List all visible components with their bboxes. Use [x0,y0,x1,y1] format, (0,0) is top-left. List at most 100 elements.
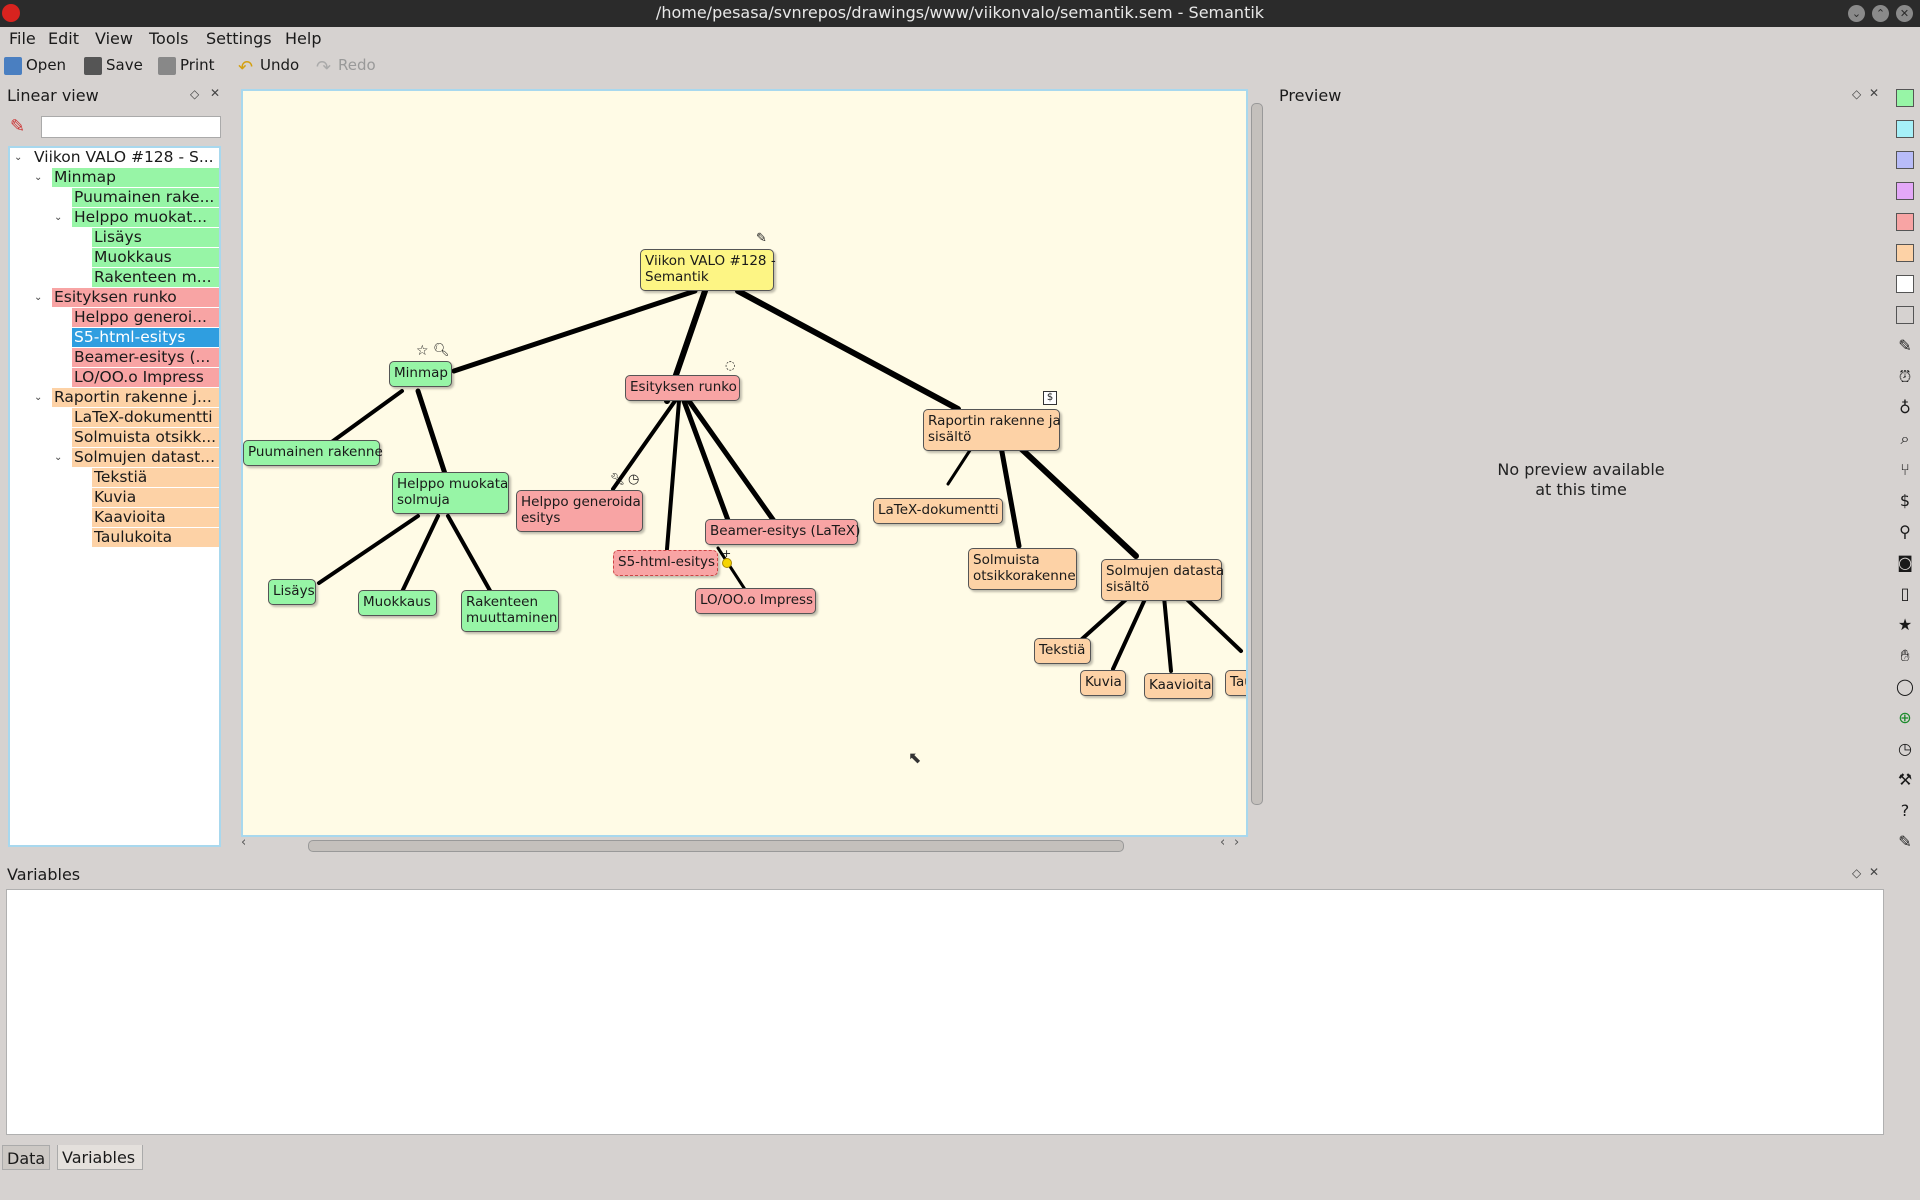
tab-data[interactable]: Data [2,1145,50,1170]
search-icon[interactable]: ⌕ [1894,428,1916,450]
collapse-arrow-icon[interactable]: ⌄ [14,152,22,163]
collapse-arrow-icon[interactable]: ⌄ [54,452,62,463]
undo-button[interactable]: ↶ Undo [238,56,299,78]
scroll-right-icon[interactable]: › [1234,835,1239,850]
color-swatch-blue[interactable] [1896,151,1914,169]
phone-icon[interactable]: ▯ [1894,583,1916,605]
scroll-left-icon[interactable]: ‹ [241,835,246,850]
tree-item[interactable]: Solmuista otsikk... [72,428,219,447]
tree-item[interactable]: Esityksen runko [52,288,219,307]
node-puumainen[interactable]: Puumainen rakenne [243,440,383,466]
dock-float-icon[interactable]: ◇ [1852,866,1861,880]
menu-file[interactable]: File [9,29,36,48]
node-s5-selected[interactable]: S5-html-esitys [613,550,718,576]
tree-item[interactable]: LaTeX-dokumentti [72,408,219,427]
color-swatch-red[interactable] [1896,213,1914,231]
dollar-icon[interactable]: $ [1894,490,1916,512]
color-swatch-white[interactable] [1896,275,1914,293]
node-lisays[interactable]: Lisäys [268,579,316,605]
tree-item[interactable]: Helppo muokat... [72,208,219,227]
color-swatch-gray[interactable] [1896,306,1914,324]
minimize-button[interactable]: ⌄ [1848,5,1865,22]
menu-settings[interactable]: Settings [206,29,272,48]
tree-item[interactable]: Lisäys [92,228,219,247]
horizontal-scrollbar[interactable]: ‹ ‹ › [241,835,1248,853]
tree-item[interactable]: Muokkaus [92,248,219,267]
menu-view[interactable]: View [95,29,133,48]
node-kaavioita[interactable]: Kaavioita [1144,673,1213,699]
node-taulukoita[interactable]: Taulukoita [1225,670,1246,696]
alarm-icon[interactable]: ⏰︎ [1894,366,1916,388]
handle-icon[interactable] [722,558,732,568]
collapse-arrow-icon[interactable]: ⌄ [34,172,42,183]
scroll-left-icon[interactable]: ‹ [1220,835,1225,850]
tree-item-selected[interactable]: S5-html-esitys [72,328,219,347]
save-button[interactable]: Save [84,56,143,78]
redo-button[interactable]: ↷ Redo [316,56,376,78]
tree-item[interactable]: Rakenteen m... [92,268,219,287]
question-icon[interactable]: ? [1894,800,1916,822]
tree-item[interactable]: Puumainen rake... [72,188,219,207]
node-muokkaus[interactable]: Muokkaus [358,590,437,616]
menu-edit[interactable]: Edit [48,29,79,48]
tree-item[interactable]: Taulukoita [92,528,219,547]
menu-tools[interactable]: Tools [149,29,188,48]
node-latex[interactable]: LaTeX-dokumentti [873,498,1003,524]
dock-close-icon[interactable]: ✕ [210,86,220,100]
linear-view-search-input[interactable] [41,116,221,138]
dock-float-icon[interactable]: ◇ [1852,87,1861,101]
hand-icon[interactable]: ✋︎ [1894,645,1916,667]
clock-icon[interactable]: ◷ [1894,738,1916,760]
collapse-arrow-icon[interactable]: ⌄ [54,212,62,223]
print-button[interactable]: Print [158,56,215,78]
menu-help[interactable]: Help [285,29,321,48]
mindmap-canvas[interactable]: Viikon VALO #128 - Semantik ✎ Minmap ☆ 🔍︎… [241,89,1248,837]
tree-item[interactable]: Helppo generoi... [72,308,219,327]
collapse-arrow-icon[interactable]: ⌄ [34,292,42,303]
color-swatch-cyan[interactable] [1896,120,1914,138]
node-tekstia[interactable]: Tekstiä [1034,638,1091,664]
tree-item[interactable]: Beamer-esitys (... [72,348,219,367]
color-swatch-green[interactable] [1896,89,1914,107]
tree-item[interactable]: Solmujen datast... [72,448,219,467]
color-swatch-purple[interactable] [1896,182,1914,200]
dock-close-icon[interactable]: ✕ [1869,865,1879,879]
node-rakenteen[interactable]: Rakenteen muuttaminen [461,590,559,632]
node-esityksen-runko[interactable]: Esityksen runko [625,375,740,401]
node-root[interactable]: Viikon VALO #128 - Semantik [640,249,776,291]
color-swatch-orange[interactable] [1896,244,1914,262]
node-solmujen[interactable]: Solmujen datasta sisältö [1101,559,1224,601]
collapse-arrow-icon[interactable]: ⌄ [34,392,42,403]
crosshair-icon[interactable]: ⊕ [1894,707,1916,729]
tree-item[interactable]: LO/OO.o Impress [72,368,219,387]
tree-item[interactable]: Raportin rakenne j... [52,388,219,407]
node-helppo-generoida[interactable]: Helppo generoida esitys [516,490,643,532]
variables-editor[interactable] [6,889,1884,1135]
tree-item[interactable]: Tekstiä [92,468,219,487]
dock-float-icon[interactable]: ◇ [190,87,199,101]
tree-item[interactable]: Kaavioita [92,508,219,527]
clear-search-icon[interactable]: ✎ [10,116,32,138]
horizontal-scroll-thumb[interactable] [308,840,1124,852]
wrench-icon[interactable]: ⚒ [1894,769,1916,791]
maximize-button[interactable]: ⌃ [1872,5,1889,22]
cutlery-icon[interactable]: ⑂ [1894,459,1916,481]
dock-close-icon[interactable]: ✕ [1869,86,1879,100]
lightbulb-icon[interactable]: ♁ [1894,397,1916,419]
tree-item[interactable]: Kuvia [92,488,219,507]
tree-item[interactable]: Viikon VALO #128 - S... [32,148,219,167]
node-solmuista[interactable]: Solmuista otsikkorakenne [968,548,1077,590]
tab-variables[interactable]: Variables [57,1145,143,1170]
close-button[interactable]: ✕ [1896,5,1913,22]
open-button[interactable]: Open [4,56,66,78]
node-minmap[interactable]: Minmap [389,361,452,387]
note-icon[interactable]: ✎ [1894,831,1916,853]
camera-icon[interactable]: ◙ [1894,552,1916,574]
node-impress[interactable]: LO/OO.o Impress [695,588,816,614]
vertical-scrollbar[interactable] [1248,89,1264,837]
comment-icon[interactable]: ◯ [1894,676,1916,698]
node-helppo-muokata[interactable]: Helppo muokata solmuja [392,472,509,514]
star-icon[interactable]: ★ [1894,614,1916,636]
node-kuvia[interactable]: Kuvia [1080,670,1126,696]
node-beamer[interactable]: Beamer-esitys (LaTeX) [705,519,860,545]
